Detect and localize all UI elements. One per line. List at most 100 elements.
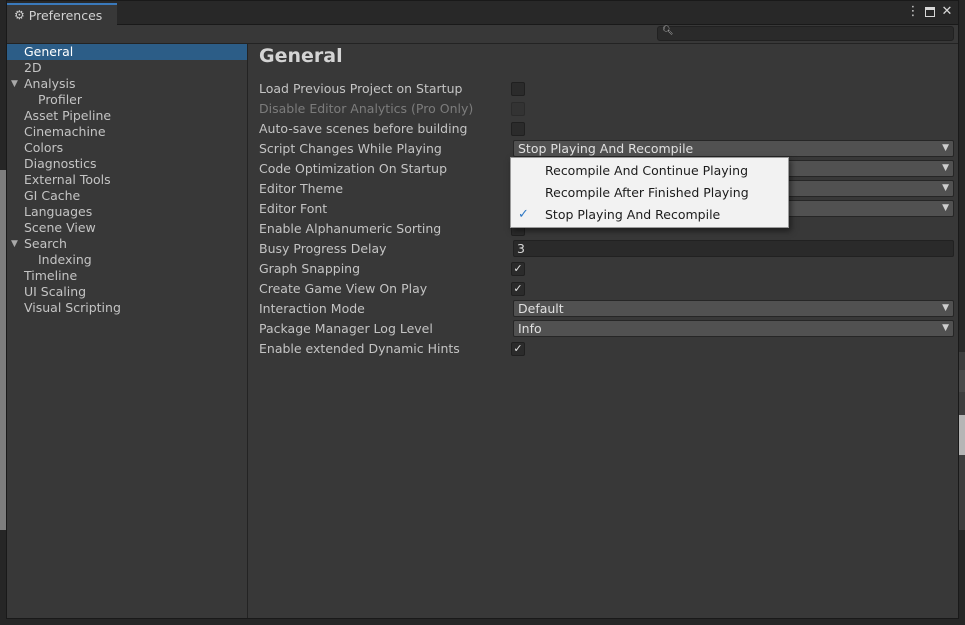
- setting-label: Disable Editor Analytics (Pro Only): [259, 101, 474, 116]
- setting-label: Package Manager Log Level: [259, 321, 433, 336]
- dropdown-arrow-icon: ▼: [942, 183, 949, 193]
- auto-save-scenes-checkbox[interactable]: [511, 122, 525, 136]
- setting-label: Auto-save scenes before building: [259, 121, 468, 136]
- tab-preferences[interactable]: ⚙ Preferences: [7, 3, 117, 25]
- sidebar-item-ui-scaling[interactable]: UI Scaling: [7, 284, 247, 300]
- gear-icon: ⚙: [14, 8, 25, 22]
- busy-progress-delay-field[interactable]: 3: [513, 240, 954, 257]
- setting-row: Package Manager Log Level Info ▼: [259, 319, 954, 339]
- search-input[interactable]: 🔍︎: [657, 26, 954, 41]
- setting-label: Load Previous Project on Startup: [259, 81, 463, 96]
- graph-snapping-checkbox[interactable]: ✓: [511, 262, 525, 276]
- sidebar-item-general[interactable]: General: [7, 44, 247, 60]
- setting-label: Editor Font: [259, 201, 328, 216]
- sidebar-item-label: External Tools: [24, 172, 111, 187]
- menu-item-stop-playing-and-recompile[interactable]: ✓ Stop Playing And Recompile: [511, 204, 788, 226]
- package-manager-log-level-dropdown[interactable]: Info ▼: [513, 320, 954, 337]
- setting-row: Enable extended Dynamic Hints ✓: [259, 339, 954, 359]
- dropdown-value: Stop Playing And Recompile: [518, 141, 694, 156]
- dropdown-arrow-icon: ▼: [942, 163, 949, 173]
- checkmark-icon: ✓: [518, 207, 529, 222]
- preferences-window: ⚙ Preferences ⋮ ✕ 🔍︎ General 2D ▼ Analysi…: [6, 0, 959, 619]
- sidebar-item-search[interactable]: ▼ Search: [7, 236, 247, 252]
- sidebar-item-label: Scene View: [24, 220, 96, 235]
- expand-triangle-icon[interactable]: ▼: [11, 76, 18, 92]
- menu-item-recompile-after-finished[interactable]: Recompile After Finished Playing: [511, 182, 788, 204]
- sidebar-item-label: Languages: [24, 204, 93, 219]
- window-controls: ⋮ ✕: [906, 4, 954, 20]
- sidebar-item-label: General: [24, 44, 74, 59]
- script-changes-dropdown[interactable]: Stop Playing And Recompile ▼: [513, 140, 954, 157]
- sidebar-item-visual-scripting[interactable]: Visual Scripting: [7, 300, 247, 316]
- setting-row: Graph Snapping ✓: [259, 259, 954, 279]
- dropdown-arrow-icon: ▼: [942, 203, 949, 213]
- sidebar-item-label: Search: [24, 236, 67, 251]
- tab-label: Preferences: [28, 7, 103, 23]
- sidebar-item-profiler[interactable]: Profiler: [7, 92, 247, 108]
- sidebar-item-cinemachine[interactable]: Cinemachine: [7, 124, 247, 140]
- sidebar-item-label: Visual Scripting: [24, 300, 121, 315]
- sidebar-item-label: Profiler: [38, 92, 83, 107]
- settings-panel: General Load Previous Project on Startup…: [249, 44, 958, 618]
- interaction-mode-dropdown[interactable]: Default ▼: [513, 300, 954, 317]
- page-title: General: [259, 45, 343, 67]
- create-game-view-checkbox[interactable]: ✓: [511, 282, 525, 296]
- setting-label: Script Changes While Playing: [259, 141, 442, 156]
- maximize-icon[interactable]: [925, 7, 935, 17]
- dropdown-arrow-icon: ▼: [942, 323, 949, 333]
- menu-item-label: Stop Playing And Recompile: [545, 207, 721, 222]
- setting-label: Enable Alphanumeric Sorting: [259, 221, 442, 236]
- setting-row: Busy Progress Delay 3: [259, 239, 954, 259]
- menu-item-recompile-and-continue[interactable]: Recompile And Continue Playing: [511, 160, 788, 182]
- menu-item-label: Recompile After Finished Playing: [545, 185, 749, 200]
- expand-triangle-icon[interactable]: ▼: [11, 236, 18, 252]
- menu-item-label: Recompile And Continue Playing: [545, 163, 749, 178]
- sidebar-item-label: UI Scaling: [24, 284, 87, 299]
- setting-label: Editor Theme: [259, 181, 344, 196]
- sidebar-item-label: Analysis: [24, 76, 76, 91]
- sidebar-item-analysis[interactable]: ▼ Analysis: [7, 76, 247, 92]
- sidebar-item-gi-cache[interactable]: GI Cache: [7, 188, 247, 204]
- dropdown-value: Info: [518, 321, 542, 336]
- setting-row: Disable Editor Analytics (Pro Only): [259, 99, 954, 119]
- sidebar: General 2D ▼ Analysis Profiler Asset Pipe…: [7, 44, 248, 618]
- setting-row: Create Game View On Play ✓: [259, 279, 954, 299]
- title-bar: ⚙ Preferences ⋮ ✕: [7, 1, 958, 25]
- setting-row: Load Previous Project on Startup: [259, 79, 954, 99]
- close-icon[interactable]: ✕: [940, 4, 954, 20]
- sidebar-item-colors[interactable]: Colors: [7, 140, 247, 156]
- sidebar-item-languages[interactable]: Languages: [7, 204, 247, 220]
- sidebar-item-label: Diagnostics: [24, 156, 97, 171]
- setting-label: Create Game View On Play: [259, 281, 428, 296]
- dynamic-hints-checkbox[interactable]: ✓: [511, 342, 525, 356]
- setting-label: Code Optimization On Startup: [259, 161, 448, 176]
- dropdown-arrow-icon: ▼: [942, 303, 949, 313]
- sidebar-item-asset-pipeline[interactable]: Asset Pipeline: [7, 108, 247, 124]
- script-changes-popup-menu: Recompile And Continue Playing Recompile…: [510, 157, 789, 228]
- search-icon: 🔍︎: [662, 26, 674, 36]
- dropdown-arrow-icon: ▼: [942, 143, 949, 153]
- sidebar-item-scene-view[interactable]: Scene View: [7, 220, 247, 236]
- sidebar-item-label: GI Cache: [24, 188, 81, 203]
- sidebar-item-indexing[interactable]: Indexing: [7, 252, 247, 268]
- load-previous-project-checkbox[interactable]: [511, 82, 525, 96]
- sidebar-item-label: Asset Pipeline: [24, 108, 112, 123]
- sidebar-item-diagnostics[interactable]: Diagnostics: [7, 156, 247, 172]
- setting-label: Busy Progress Delay: [259, 241, 387, 256]
- toolbar: 🔍︎: [7, 25, 958, 44]
- more-options-icon[interactable]: ⋮: [906, 4, 920, 20]
- setting-row: Interaction Mode Default ▼: [259, 299, 954, 319]
- setting-label: Enable extended Dynamic Hints: [259, 341, 460, 356]
- sidebar-item-label: Indexing: [38, 252, 92, 267]
- disable-editor-analytics-checkbox: [511, 102, 525, 116]
- dropdown-value: Default: [518, 301, 564, 316]
- setting-label: Interaction Mode: [259, 301, 365, 316]
- setting-label: Graph Snapping: [259, 261, 361, 276]
- sidebar-item-external-tools[interactable]: External Tools: [7, 172, 247, 188]
- sidebar-item-timeline[interactable]: Timeline: [7, 268, 247, 284]
- sidebar-item-label: Colors: [24, 140, 64, 155]
- setting-row: Script Changes While Playing Stop Playin…: [259, 139, 954, 159]
- sidebar-item-label: Cinemachine: [24, 124, 106, 139]
- sidebar-item-2d[interactable]: 2D: [7, 60, 247, 76]
- sidebar-item-label: Timeline: [24, 268, 78, 283]
